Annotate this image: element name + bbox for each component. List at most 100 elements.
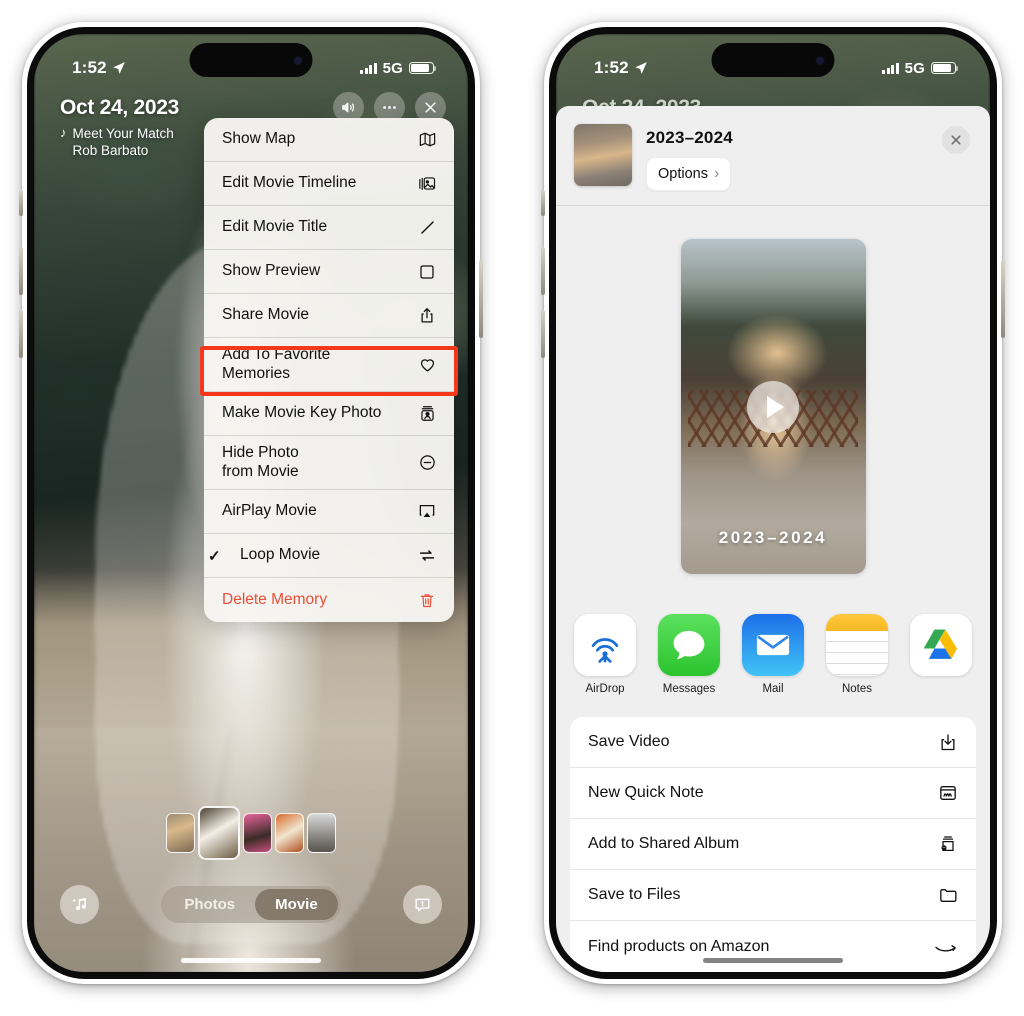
- action-label: Save Video: [588, 733, 670, 750]
- thumb-white-dog[interactable]: [198, 806, 240, 860]
- photo-thumbnail-strip: [34, 806, 468, 860]
- action-save-to-files[interactable]: Save to Files: [570, 870, 976, 921]
- menu-item-label: Make Movie Key Photo: [222, 404, 382, 422]
- share-target-messages[interactable]: Messages: [658, 614, 720, 695]
- share-target-label: Notes: [841, 683, 873, 695]
- right-phone: 1:52 5G Oct 24, 2023 2023–2024: [541, 22, 1005, 984]
- comment-button[interactable]: [402, 885, 442, 924]
- menu-item-airplay-movie[interactable]: AirPlay Movie: [204, 490, 454, 534]
- pencil-icon: [416, 218, 438, 237]
- thumb-golden-puppy[interactable]: [166, 813, 195, 853]
- action-add-to-shared-album[interactable]: Add to Shared Album: [570, 819, 976, 870]
- folder-icon: [932, 885, 958, 905]
- thumb-pink-flowers[interactable]: [243, 813, 272, 853]
- share-target-mail[interactable]: Mail: [742, 614, 804, 695]
- video-caption: 2023–2024: [718, 528, 828, 548]
- airplay-icon: [416, 502, 438, 521]
- dynamic-island: [189, 43, 313, 77]
- menu-item-loop-movie[interactable]: ✓ Loop Movie: [204, 534, 454, 578]
- thumb-landscape[interactable]: [307, 813, 336, 853]
- share-sheet: 2023–2024 Options › 2023–2024 AirDrop Me…: [556, 106, 990, 972]
- share-sheet-title: 2023–2024: [646, 128, 733, 147]
- photos-movie-segmented-control: Photos Movie: [161, 886, 341, 923]
- play-icon: [767, 395, 784, 418]
- segment-photos[interactable]: Photos: [164, 889, 255, 920]
- menu-item-label: Edit Movie Title: [222, 218, 328, 236]
- share-targets-row[interactable]: AirDrop Messages Mail Notes: [556, 608, 990, 701]
- close-x-icon: [951, 135, 961, 145]
- action-label: Find products on Amazon: [588, 937, 770, 955]
- power-button[interactable]: [1001, 260, 1005, 338]
- silent-switch[interactable]: [541, 190, 545, 216]
- music-note-icon: ♪: [60, 125, 67, 140]
- notes-icon: [826, 614, 888, 676]
- share-target-label: Mail: [762, 683, 784, 695]
- front-camera-icon: [294, 56, 302, 64]
- action-save-video[interactable]: Save Video: [570, 717, 976, 768]
- memory-header: Oct 24, 2023 ♪ Meet Your Match Rob Barba…: [60, 96, 179, 159]
- segment-movie[interactable]: Movie: [255, 889, 338, 920]
- options-label: Options: [658, 166, 708, 182]
- menu-item-edit-movie-title[interactable]: Edit Movie Title: [204, 206, 454, 250]
- power-button[interactable]: [479, 260, 483, 338]
- context-menu: Show Map Edit Movie Timeline Edit Movie …: [204, 118, 454, 622]
- share-up-icon: [416, 306, 438, 325]
- map-icon: [416, 130, 438, 149]
- share-sheet-header: 2023–2024 Options ›: [556, 106, 990, 205]
- song-artist: Rob Barbato: [72, 143, 149, 158]
- screenshot-canvas: 1:52 5G Oct 24, 2023 ♪ Meet Your Match R…: [0, 0, 1024, 1016]
- menu-item-label: Delete Memory: [222, 590, 328, 608]
- action-new-quick-note[interactable]: New Quick Note: [570, 768, 976, 819]
- speaker-wave-icon: [342, 102, 355, 113]
- menu-item-label: Show Map: [222, 130, 296, 148]
- close-x-icon: [425, 102, 436, 113]
- share-actions-list: Save Video New Quick Note Add to Shared …: [570, 717, 976, 972]
- ellipsis-icon: [383, 106, 396, 109]
- menu-item-label: Edit Movie Timeline: [222, 174, 357, 192]
- dynamic-island: [711, 43, 835, 77]
- share-target-label: Messages: [662, 683, 716, 695]
- loop-icon: [416, 546, 438, 565]
- chevron-right-icon: ›: [713, 165, 720, 182]
- play-button[interactable]: [747, 380, 799, 433]
- home-indicator[interactable]: [703, 958, 843, 963]
- menu-item-make-movie-key-photo[interactable]: Make Movie Key Photo: [204, 392, 454, 436]
- video-preview-area: 2023–2024: [556, 206, 990, 608]
- quick-note-icon: [932, 783, 958, 803]
- amazon-smile-icon: [932, 938, 958, 956]
- volume-up-button[interactable]: [541, 247, 545, 295]
- menu-item-edit-movie-timeline[interactable]: Edit Movie Timeline: [204, 162, 454, 206]
- menu-item-hide-photo-from-movie[interactable]: Hide Photo from Movie: [204, 436, 454, 490]
- options-button[interactable]: Options ›: [646, 157, 732, 191]
- menu-item-label: Add To Favorite Memories: [222, 345, 331, 382]
- action-find-products-on-amazon[interactable]: Find products on Amazon: [570, 921, 976, 972]
- menu-item-add-to-favorite-memories[interactable]: Add To Favorite Memories: [204, 338, 454, 392]
- video-preview-card[interactable]: 2023–2024: [680, 239, 866, 575]
- action-label: New Quick Note: [588, 784, 704, 801]
- front-camera-icon: [816, 56, 824, 64]
- action-label: Save to Files: [588, 886, 681, 903]
- speech-bubble-icon: [415, 898, 430, 912]
- menu-item-share-movie[interactable]: Share Movie: [204, 294, 454, 338]
- home-indicator[interactable]: [181, 958, 321, 963]
- share-preview-thumbnail: [574, 124, 632, 186]
- heart-icon: [416, 355, 438, 374]
- share-target-drive[interactable]: [910, 614, 972, 695]
- photo-stack-icon: [416, 174, 438, 193]
- volume-down-button[interactable]: [19, 310, 23, 358]
- menu-item-show-preview[interactable]: Show Preview: [204, 250, 454, 294]
- thumb-orange-scene[interactable]: [275, 813, 304, 853]
- mail-icon: [742, 614, 804, 676]
- share-target-airdrop[interactable]: AirDrop: [574, 614, 636, 695]
- share-sheet-close-button[interactable]: [942, 126, 970, 154]
- silent-switch[interactable]: [19, 190, 23, 216]
- menu-item-label: Show Preview: [222, 262, 321, 280]
- menu-item-delete-memory[interactable]: Delete Memory: [204, 578, 454, 622]
- volume-down-button[interactable]: [541, 310, 545, 358]
- music-button[interactable]: [60, 885, 99, 924]
- share-target-notes[interactable]: Notes: [826, 614, 888, 695]
- menu-item-show-map[interactable]: Show Map: [204, 118, 454, 162]
- shared-album-icon: [932, 834, 958, 854]
- right-phone-screen: 1:52 5G Oct 24, 2023 2023–2024: [556, 34, 990, 972]
- volume-up-button[interactable]: [19, 247, 23, 295]
